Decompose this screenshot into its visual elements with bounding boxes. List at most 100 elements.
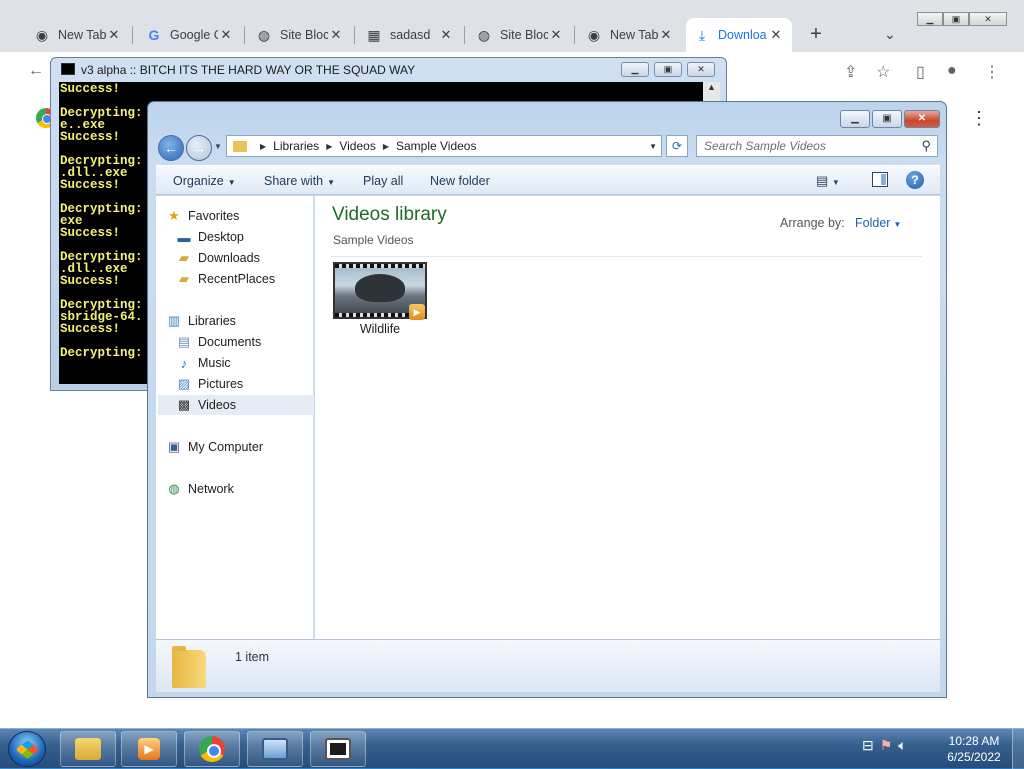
back-arrow-icon[interactable]: ← (28, 62, 44, 80)
tab-google[interactable]: G Google C ✕ (138, 18, 242, 52)
nav-favorites[interactable]: ★ Favorites (166, 206, 322, 226)
close-tab-icon[interactable]: ✕ (438, 27, 454, 43)
page-menu-icon[interactable]: ⋮ (970, 108, 988, 129)
search-icon[interactable]: ⚲ (921, 138, 931, 154)
taskbar-explorer-button[interactable] (60, 731, 116, 767)
console-line: Success! (60, 82, 121, 96)
breadcrumb-libraries[interactable]: Libraries (273, 139, 319, 153)
explorer-window: ▁ ▣ ✕ ← → ▼ ▶ Libraries ▶ Videos ▶ Sampl… (147, 101, 947, 698)
tab-new-tab-1[interactable]: ◉ New Tab ✕ (26, 18, 130, 52)
share-with-label: Share with (264, 174, 324, 188)
close-tab-icon[interactable]: ✕ (218, 27, 234, 43)
clock[interactable]: 10:28 AM 6/25/2022 (944, 733, 1004, 765)
explorer-maximize-button[interactable]: ▣ (872, 110, 902, 128)
side-panel-icon[interactable]: ▯ (916, 62, 925, 82)
tab-title: New Tab (58, 28, 106, 42)
nav-desktop[interactable]: ▬ Desktop (176, 227, 332, 247)
downloads-folder-icon: ▰ (179, 250, 189, 265)
nav-downloads[interactable]: ▰ Downloads (176, 248, 332, 268)
search-input[interactable]: Search Sample Videos ⚲ (696, 135, 938, 157)
preview-pane-button[interactable] (872, 172, 888, 187)
nav-documents[interactable]: ▤ Documents (176, 332, 332, 352)
breadcrumb-chevron-icon[interactable]: ▶ (260, 142, 266, 151)
explorer-close-button[interactable]: ✕ (904, 110, 940, 128)
documents-icon: ▤ (177, 334, 191, 349)
taskbar-computer-button[interactable] (247, 731, 303, 767)
music-note-icon: ♪ (180, 355, 188, 371)
tab-search-chevron-icon[interactable]: ⌄ (884, 26, 896, 43)
close-button[interactable]: ✕ (969, 12, 1007, 26)
organize-button[interactable]: Organize ▼ (173, 174, 236, 188)
scroll-up-arrow-icon[interactable]: ▲ (703, 82, 720, 92)
explorer-minimize-button[interactable]: ▁ (840, 110, 870, 128)
tab-downloads[interactable]: ⤓ Downloa ✕ (686, 18, 792, 52)
breadcrumb-videos[interactable]: Videos (339, 139, 375, 153)
close-tab-icon[interactable]: ✕ (658, 27, 674, 43)
tab-new-tab-2[interactable]: ◉ New Tab ✕ (578, 18, 682, 52)
nav-my-computer[interactable]: ▣ My Computer (166, 437, 322, 457)
help-button[interactable]: ? (906, 171, 924, 189)
play-all-button[interactable]: Play all (363, 174, 403, 188)
back-button[interactable]: ← (158, 135, 184, 161)
recent-pages-dropdown-icon[interactable]: ▼ (214, 142, 222, 151)
nav-label: Favorites (188, 209, 240, 223)
nav-music[interactable]: ♪ Music (176, 353, 332, 373)
console-maximize-button[interactable]: ▣ (654, 62, 682, 77)
nav-videos[interactable]: ▩ Videos (158, 395, 314, 415)
nav-libraries[interactable]: ▥ Libraries (166, 311, 322, 331)
breadcrumb-sample-videos[interactable]: Sample Videos (396, 139, 477, 153)
tab-title: Downloa (718, 28, 767, 42)
breadcrumb-chevron-icon[interactable]: ▶ (326, 142, 332, 151)
start-button[interactable] (8, 731, 46, 767)
action-center-flag-icon[interactable]: ⚑ (880, 737, 893, 761)
system-tray: ⊟ ⚑ 🔈︎ (862, 737, 942, 761)
nav-label: Libraries (188, 314, 236, 328)
tab-title: sadasd (390, 28, 431, 42)
video-file-name: Wildlife (359, 322, 401, 336)
close-tab-icon[interactable]: ✕ (548, 27, 564, 43)
close-tab-icon[interactable]: ✕ (328, 27, 344, 43)
share-icon[interactable]: ⇪ (844, 62, 857, 82)
volume-icon[interactable]: 🔈︎ (898, 737, 906, 761)
taskbar-media-player-button[interactable]: ▶ (121, 731, 177, 767)
refresh-button[interactable]: ⟳ (666, 135, 688, 157)
console-line: Success! (60, 178, 121, 192)
browser-menu-icon[interactable]: ⋮ (984, 62, 1000, 82)
address-bar[interactable]: ▶ Libraries ▶ Videos ▶ Sample Videos ▼ (226, 135, 662, 157)
pictures-icon: ▨ (177, 376, 191, 391)
close-tab-icon[interactable]: ✕ (106, 27, 122, 43)
change-view-button[interactable]: ▤ ▼ (816, 173, 840, 189)
video-file-wildlife[interactable]: ▶ Wildlife (333, 262, 429, 342)
maximize-button[interactable]: ▣ (943, 12, 969, 26)
arrange-by-dropdown[interactable]: Folder ▼ (855, 216, 901, 230)
console-minimize-button[interactable]: ▁ (621, 62, 649, 77)
new-folder-button[interactable]: New folder (430, 174, 490, 188)
nav-recent-places[interactable]: ▰ RecentPlaces (176, 269, 332, 289)
filmstrip-top (335, 264, 425, 268)
search-placeholder: Search Sample Videos (704, 139, 826, 153)
share-with-button[interactable]: Share with ▼ (264, 174, 335, 188)
new-folder-label: New folder (430, 174, 490, 188)
tab-sadasd[interactable]: ▦ sadasd ✕ (358, 18, 462, 52)
profile-avatar-icon[interactable]: ● (947, 62, 957, 80)
console-close-button[interactable]: ✕ (687, 62, 715, 77)
network-tray-icon[interactable]: ⊟ (862, 737, 874, 761)
close-tab-icon[interactable]: ✕ (768, 27, 784, 43)
bookmark-star-icon[interactable]: ☆ (876, 62, 890, 82)
download-icon: ⤓ (698, 26, 706, 43)
forward-button[interactable]: → (186, 135, 212, 161)
nav-pictures[interactable]: ▨ Pictures (176, 374, 332, 394)
minimize-button[interactable]: ▁ (917, 12, 943, 26)
tab-site-blocker-2[interactable]: ◍ Site Bloc ✕ (468, 18, 572, 52)
taskbar-chrome-button[interactable] (184, 731, 240, 767)
nav-network[interactable]: ◍ Network (166, 479, 322, 499)
breadcrumb-chevron-icon[interactable]: ▶ (383, 142, 389, 151)
address-dropdown-icon[interactable]: ▼ (649, 142, 657, 151)
console-app-icon (61, 63, 75, 75)
nav-label: My Computer (188, 440, 264, 454)
new-tab-button[interactable]: + (806, 24, 826, 44)
tab-site-blocker-1[interactable]: ◍ Site Bloc ✕ (248, 18, 352, 52)
clock-time: 10:28 AM (948, 734, 1000, 748)
taskbar-console-button[interactable] (310, 731, 366, 767)
show-desktop-button[interactable] (1012, 729, 1024, 769)
